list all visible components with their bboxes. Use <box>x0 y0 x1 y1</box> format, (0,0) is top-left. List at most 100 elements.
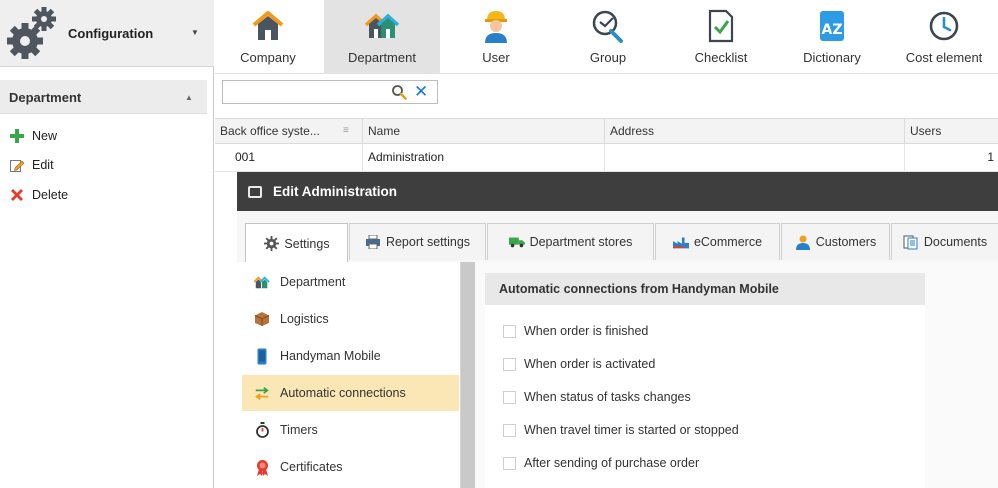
column-header-users[interactable]: Users <box>905 119 998 143</box>
tab-report-settings[interactable]: Report settings <box>349 223 486 260</box>
phone-icon <box>254 348 270 364</box>
clock-icon <box>926 8 962 44</box>
checkbox[interactable] <box>503 357 516 371</box>
certificate-icon <box>254 459 270 476</box>
settings-content: Automatic connections from Handyman Mobi… <box>475 262 998 488</box>
cell-users: 1 <box>987 150 994 164</box>
tab-report-settings-label: Report settings <box>385 235 471 249</box>
chevron-down-icon[interactable]: ▼ <box>191 28 199 37</box>
gears-icon <box>7 7 56 59</box>
column-header-back-office[interactable]: Back office syste... ≡ <box>215 119 363 143</box>
cell-code: 001 <box>215 144 363 171</box>
side-item-label: Timers <box>280 423 318 437</box>
option-label: When status of tasks changes <box>524 390 691 404</box>
option-task-status-changes[interactable]: When status of tasks changes <box>503 387 691 407</box>
side-item-timers[interactable]: Timers <box>242 412 459 448</box>
edit-button[interactable]: Edit <box>9 155 54 175</box>
chevron-up-icon[interactable]: ▲ <box>185 93 193 102</box>
checkbox[interactable] <box>503 423 516 437</box>
arrows-exchange-icon <box>254 385 270 401</box>
automatic-connections-panel: Automatic connections from Handyman Mobi… <box>485 273 925 488</box>
sort-icon[interactable]: ≡ <box>343 119 349 143</box>
tab-customers[interactable]: Customers <box>781 223 890 260</box>
tab-department-stores-label: Department stores <box>529 235 633 249</box>
toolbar-user-label: User <box>482 50 510 65</box>
plus-icon <box>9 128 25 144</box>
delete-button[interactable]: Delete <box>9 185 68 205</box>
box-icon <box>254 311 270 327</box>
configuration-title: Configuration <box>68 26 154 41</box>
side-item-automatic-connections[interactable]: Automatic connections <box>242 375 459 411</box>
column-header-name[interactable]: Name <box>363 119 605 143</box>
checkbox[interactable] <box>503 456 516 470</box>
delete-label: Delete <box>32 188 69 202</box>
house-icon <box>250 8 286 44</box>
option-purchase-order[interactable]: After sending of purchase order <box>503 453 699 473</box>
gear-icon <box>263 236 279 251</box>
dictionary-badge-text: AZ <box>822 22 843 38</box>
side-item-certificates[interactable]: Certificates <box>242 449 459 485</box>
dialog-tabs: Settings Report settings Department stor… <box>245 223 998 263</box>
tab-documents[interactable]: Documents <box>891 223 998 260</box>
truck-icon <box>508 235 525 249</box>
new-button[interactable]: New <box>9 126 57 146</box>
toolbar-company-button[interactable]: Company <box>230 0 306 74</box>
factory-icon <box>672 235 689 249</box>
tab-ecommerce-label: eCommerce <box>693 235 763 249</box>
toolbar-group-button[interactable]: Group <box>570 0 646 74</box>
toolbar-checklist-button[interactable]: Checklist <box>683 0 759 74</box>
side-item-logistics[interactable]: Logistics <box>242 301 459 337</box>
option-label: After sending of purchase order <box>524 456 700 470</box>
left-panel: Configuration ▼ Department ▲ New Edit De… <box>0 0 214 488</box>
grid-header: Back office syste... ≡ Name Address User… <box>215 118 998 144</box>
settings-side-list: Department Logistics Handyman Mobile Aut… <box>237 262 461 488</box>
toolbar-group-label: Group <box>589 50 627 65</box>
department-houses-icon <box>254 274 270 290</box>
worker-icon <box>478 8 514 44</box>
edit-dialog: Edit Administration Settings Report sett… <box>237 172 998 488</box>
side-item-department[interactable]: Department <box>242 264 459 300</box>
checkbox[interactable] <box>503 324 516 338</box>
dialog-title-bar[interactable]: Edit Administration <box>237 172 998 211</box>
side-item-label: Automatic connections <box>280 386 406 400</box>
option-order-activated[interactable]: When order is activated <box>503 354 655 374</box>
module-toolbar: Company Department User Group Checklist … <box>215 0 998 74</box>
window-icon <box>248 186 262 198</box>
toolbar-department-label: Department <box>348 50 416 65</box>
tab-customers-label: Customers <box>815 235 877 249</box>
toolbar-dictionary-label: Dictionary <box>803 50 861 65</box>
column-header-address[interactable]: Address <box>605 119 905 143</box>
department-section-header[interactable]: Department ▲ <box>0 80 207 114</box>
new-label: New <box>32 129 58 143</box>
stopwatch-icon <box>254 422 270 438</box>
toolbar-user-button[interactable]: User <box>458 0 534 74</box>
edit-label: Edit <box>32 158 54 172</box>
checkbox[interactable] <box>503 390 516 404</box>
documents-icon <box>903 235 919 249</box>
side-item-handyman-mobile[interactable]: Handyman Mobile <box>242 338 459 374</box>
option-order-finished[interactable]: When order is finished <box>503 321 648 341</box>
toolbar-cost-element-label: Cost element <box>905 50 983 65</box>
search-input[interactable]: ✕ <box>222 80 438 104</box>
cell-name: Administration <box>363 144 605 171</box>
side-item-label: Logistics <box>280 312 329 326</box>
clear-search-icon[interactable]: ✕ <box>414 83 428 101</box>
tab-ecommerce[interactable]: eCommerce <box>655 223 780 260</box>
edit-icon <box>9 157 25 173</box>
search-icon[interactable] <box>391 84 407 103</box>
option-travel-timer[interactable]: When travel timer is started or stopped <box>503 420 739 440</box>
option-label: When order is activated <box>524 357 656 371</box>
toolbar-dictionary-button[interactable]: AZ Dictionary <box>794 0 870 74</box>
toolbar-department-button[interactable]: Department <box>324 0 440 74</box>
delete-x-icon <box>9 187 25 203</box>
panel-splitter[interactable] <box>461 262 475 488</box>
cell-address <box>605 144 905 171</box>
configuration-menu[interactable]: Configuration ▼ <box>0 0 214 67</box>
tab-settings[interactable]: Settings <box>245 223 348 263</box>
toolbar-cost-element-button[interactable]: Cost element <box>898 0 990 74</box>
tab-documents-label: Documents <box>923 235 988 249</box>
department-houses-icon <box>364 8 400 44</box>
table-row[interactable]: 001 Administration 1 <box>215 144 998 172</box>
section-title: Department <box>9 90 82 105</box>
tab-department-stores[interactable]: Department stores <box>487 223 654 260</box>
